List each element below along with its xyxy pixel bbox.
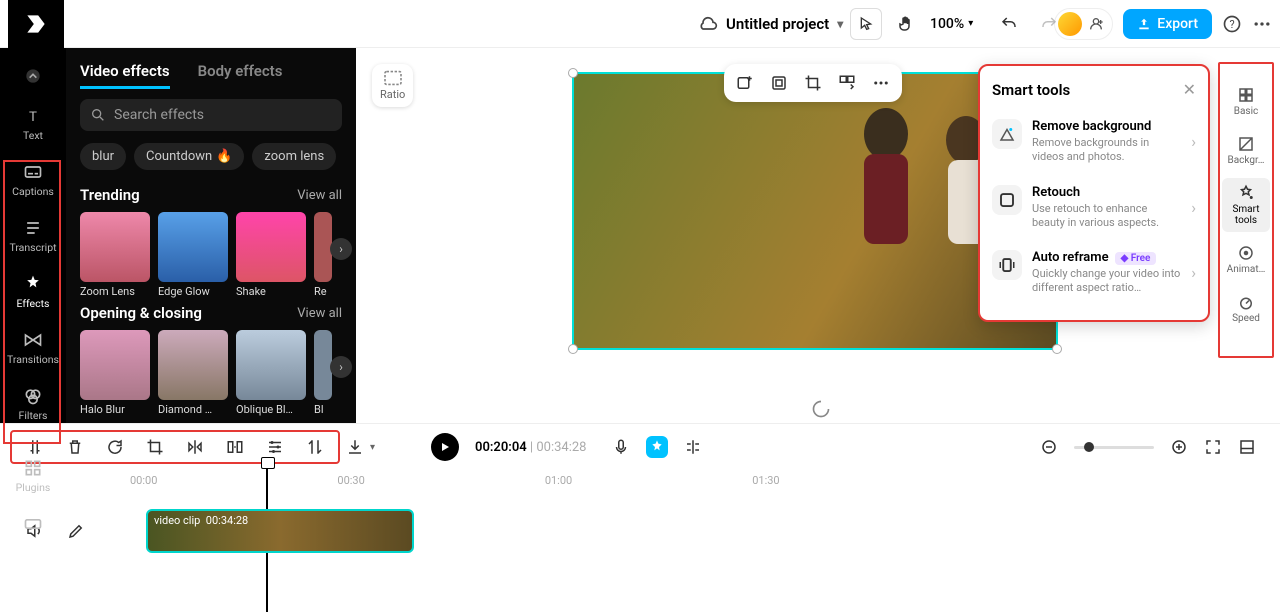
effect-thumb[interactable]: Diamond … xyxy=(158,330,228,416)
crop-icon[interactable] xyxy=(802,72,824,94)
ai-icon[interactable] xyxy=(646,436,668,458)
cloud-icon xyxy=(698,14,718,34)
crop-icon[interactable] xyxy=(146,438,164,456)
rr-speed[interactable]: Speed xyxy=(1222,287,1270,330)
rail-keyboard[interactable] xyxy=(5,506,61,542)
collapse-icon[interactable] xyxy=(5,58,61,94)
retouch-icon xyxy=(998,191,1016,209)
rr-animation[interactable]: Animat… xyxy=(1222,238,1270,281)
rail-transitions[interactable]: Transitions xyxy=(5,322,61,374)
chip-zoom-lens[interactable]: zoom lens xyxy=(252,143,336,170)
tab-video-effects[interactable]: Video effects xyxy=(80,62,170,89)
reframe-icon xyxy=(998,256,1016,274)
close-icon[interactable]: ✕ xyxy=(1183,80,1196,99)
rail-transcript[interactable]: Transcript xyxy=(5,210,61,262)
smart-remove-bg[interactable]: Remove backgroundRemove backgrounds in v… xyxy=(992,109,1196,175)
smart-tools-panel: Smart tools ✕ Remove backgroundRemove ba… xyxy=(978,64,1210,322)
download-icon[interactable] xyxy=(346,438,364,456)
add-media-icon[interactable] xyxy=(734,72,756,94)
panel-layout-icon[interactable] xyxy=(1238,438,1256,456)
preview-toolbar xyxy=(724,64,902,102)
rail-text[interactable]: TText xyxy=(5,98,61,150)
ratio-icon xyxy=(383,70,403,86)
chip-countdown[interactable]: Countdown🔥 xyxy=(134,143,244,170)
chevron-right-icon: › xyxy=(1191,198,1196,217)
effect-thumb[interactable]: Halo Blur xyxy=(80,330,150,416)
fullscreen-icon[interactable] xyxy=(1204,438,1222,456)
layout-icon[interactable] xyxy=(836,72,858,94)
current-time: 00:20:04 xyxy=(475,440,527,455)
play-button[interactable] xyxy=(431,433,459,461)
chevron-right-icon: › xyxy=(1191,263,1196,282)
rotate-icon[interactable] xyxy=(106,438,124,456)
split-view-icon[interactable] xyxy=(684,438,702,456)
remove-bg-icon xyxy=(998,125,1016,143)
voiceover-icon[interactable] xyxy=(612,438,630,456)
freeze-frame-icon[interactable] xyxy=(226,438,244,456)
effect-thumb[interactable]: Re xyxy=(314,212,332,298)
rr-smart-tools[interactable]: Smart tools xyxy=(1222,178,1270,232)
hand-tool[interactable] xyxy=(890,8,922,40)
chevron-right-icon: › xyxy=(1191,132,1196,151)
section-trending: Trending xyxy=(80,186,140,204)
effect-thumb[interactable]: Bl xyxy=(314,330,332,416)
smart-auto-reframe[interactable]: Auto reframe◆ FreeQuickly change your vi… xyxy=(992,240,1196,306)
ratio-button[interactable]: Ratio xyxy=(372,64,413,107)
tab-body-effects[interactable]: Body effects xyxy=(198,62,283,89)
chevron-down-icon[interactable]: ▾ xyxy=(370,442,375,453)
scroll-right[interactable]: › xyxy=(330,238,352,260)
effect-thumb[interactable]: Shake xyxy=(236,212,306,298)
more-icon[interactable] xyxy=(870,72,892,94)
rail-captions[interactable]: Captions xyxy=(5,154,61,206)
frame-icon[interactable] xyxy=(768,72,790,94)
section-opening: Opening & closing xyxy=(80,304,202,322)
export-button[interactable]: Export xyxy=(1123,9,1212,39)
rail-effects[interactable]: Effects xyxy=(5,266,61,318)
more-icon[interactable] xyxy=(1252,14,1272,34)
redo-button[interactable] xyxy=(1033,8,1065,40)
svg-text:?: ? xyxy=(1229,18,1234,31)
chip-blur[interactable]: blur xyxy=(80,143,126,170)
rr-basic[interactable]: Basic xyxy=(1222,80,1270,123)
time-ruler[interactable]: 00:00 00:30 01:00 01:30 xyxy=(0,470,1280,491)
project-title[interactable]: Untitled project xyxy=(726,15,829,33)
viewall-trending[interactable]: View all xyxy=(297,188,342,203)
search-input[interactable]: Search effects xyxy=(80,99,342,131)
effect-thumb[interactable]: Oblique Bl… xyxy=(236,330,306,416)
cursor-tool[interactable] xyxy=(850,8,882,40)
search-icon xyxy=(90,107,106,123)
rr-background[interactable]: Backgr… xyxy=(1222,129,1270,172)
effect-thumb[interactable]: Zoom Lens xyxy=(80,212,150,298)
zoom-in-icon[interactable] xyxy=(1170,438,1188,456)
smart-tools-title: Smart tools xyxy=(992,81,1070,99)
smart-retouch[interactable]: RetouchUse retouch to enhance beauty in … xyxy=(992,175,1196,241)
total-duration: 00:34:28 xyxy=(536,440,586,455)
chevron-down-icon[interactable]: ▾ xyxy=(837,17,843,31)
upload-icon xyxy=(1137,17,1151,31)
track-edit-icon[interactable] xyxy=(60,515,92,547)
rail-filters[interactable]: Filters xyxy=(5,378,61,430)
reverse-icon[interactable] xyxy=(306,438,324,456)
zoom-out-icon[interactable] xyxy=(1040,438,1058,456)
effect-thumb[interactable]: Edge Glow xyxy=(158,212,228,298)
scroll-right[interactable]: › xyxy=(330,356,352,378)
help-icon[interactable]: ? xyxy=(1222,14,1242,34)
loading-icon xyxy=(811,399,831,419)
adjust-icon[interactable] xyxy=(266,438,284,456)
undo-button[interactable] xyxy=(993,8,1025,40)
svg-text:T: T xyxy=(29,110,37,125)
add-user-icon xyxy=(1088,16,1104,32)
mirror-icon[interactable] xyxy=(186,438,204,456)
video-clip[interactable]: video clip 00:34:28 xyxy=(146,509,414,553)
delete-icon[interactable] xyxy=(66,438,84,456)
zoom-level[interactable]: 100%▾ xyxy=(930,16,973,32)
app-logo-icon xyxy=(23,11,49,37)
viewall-opening[interactable]: View all xyxy=(297,306,342,321)
